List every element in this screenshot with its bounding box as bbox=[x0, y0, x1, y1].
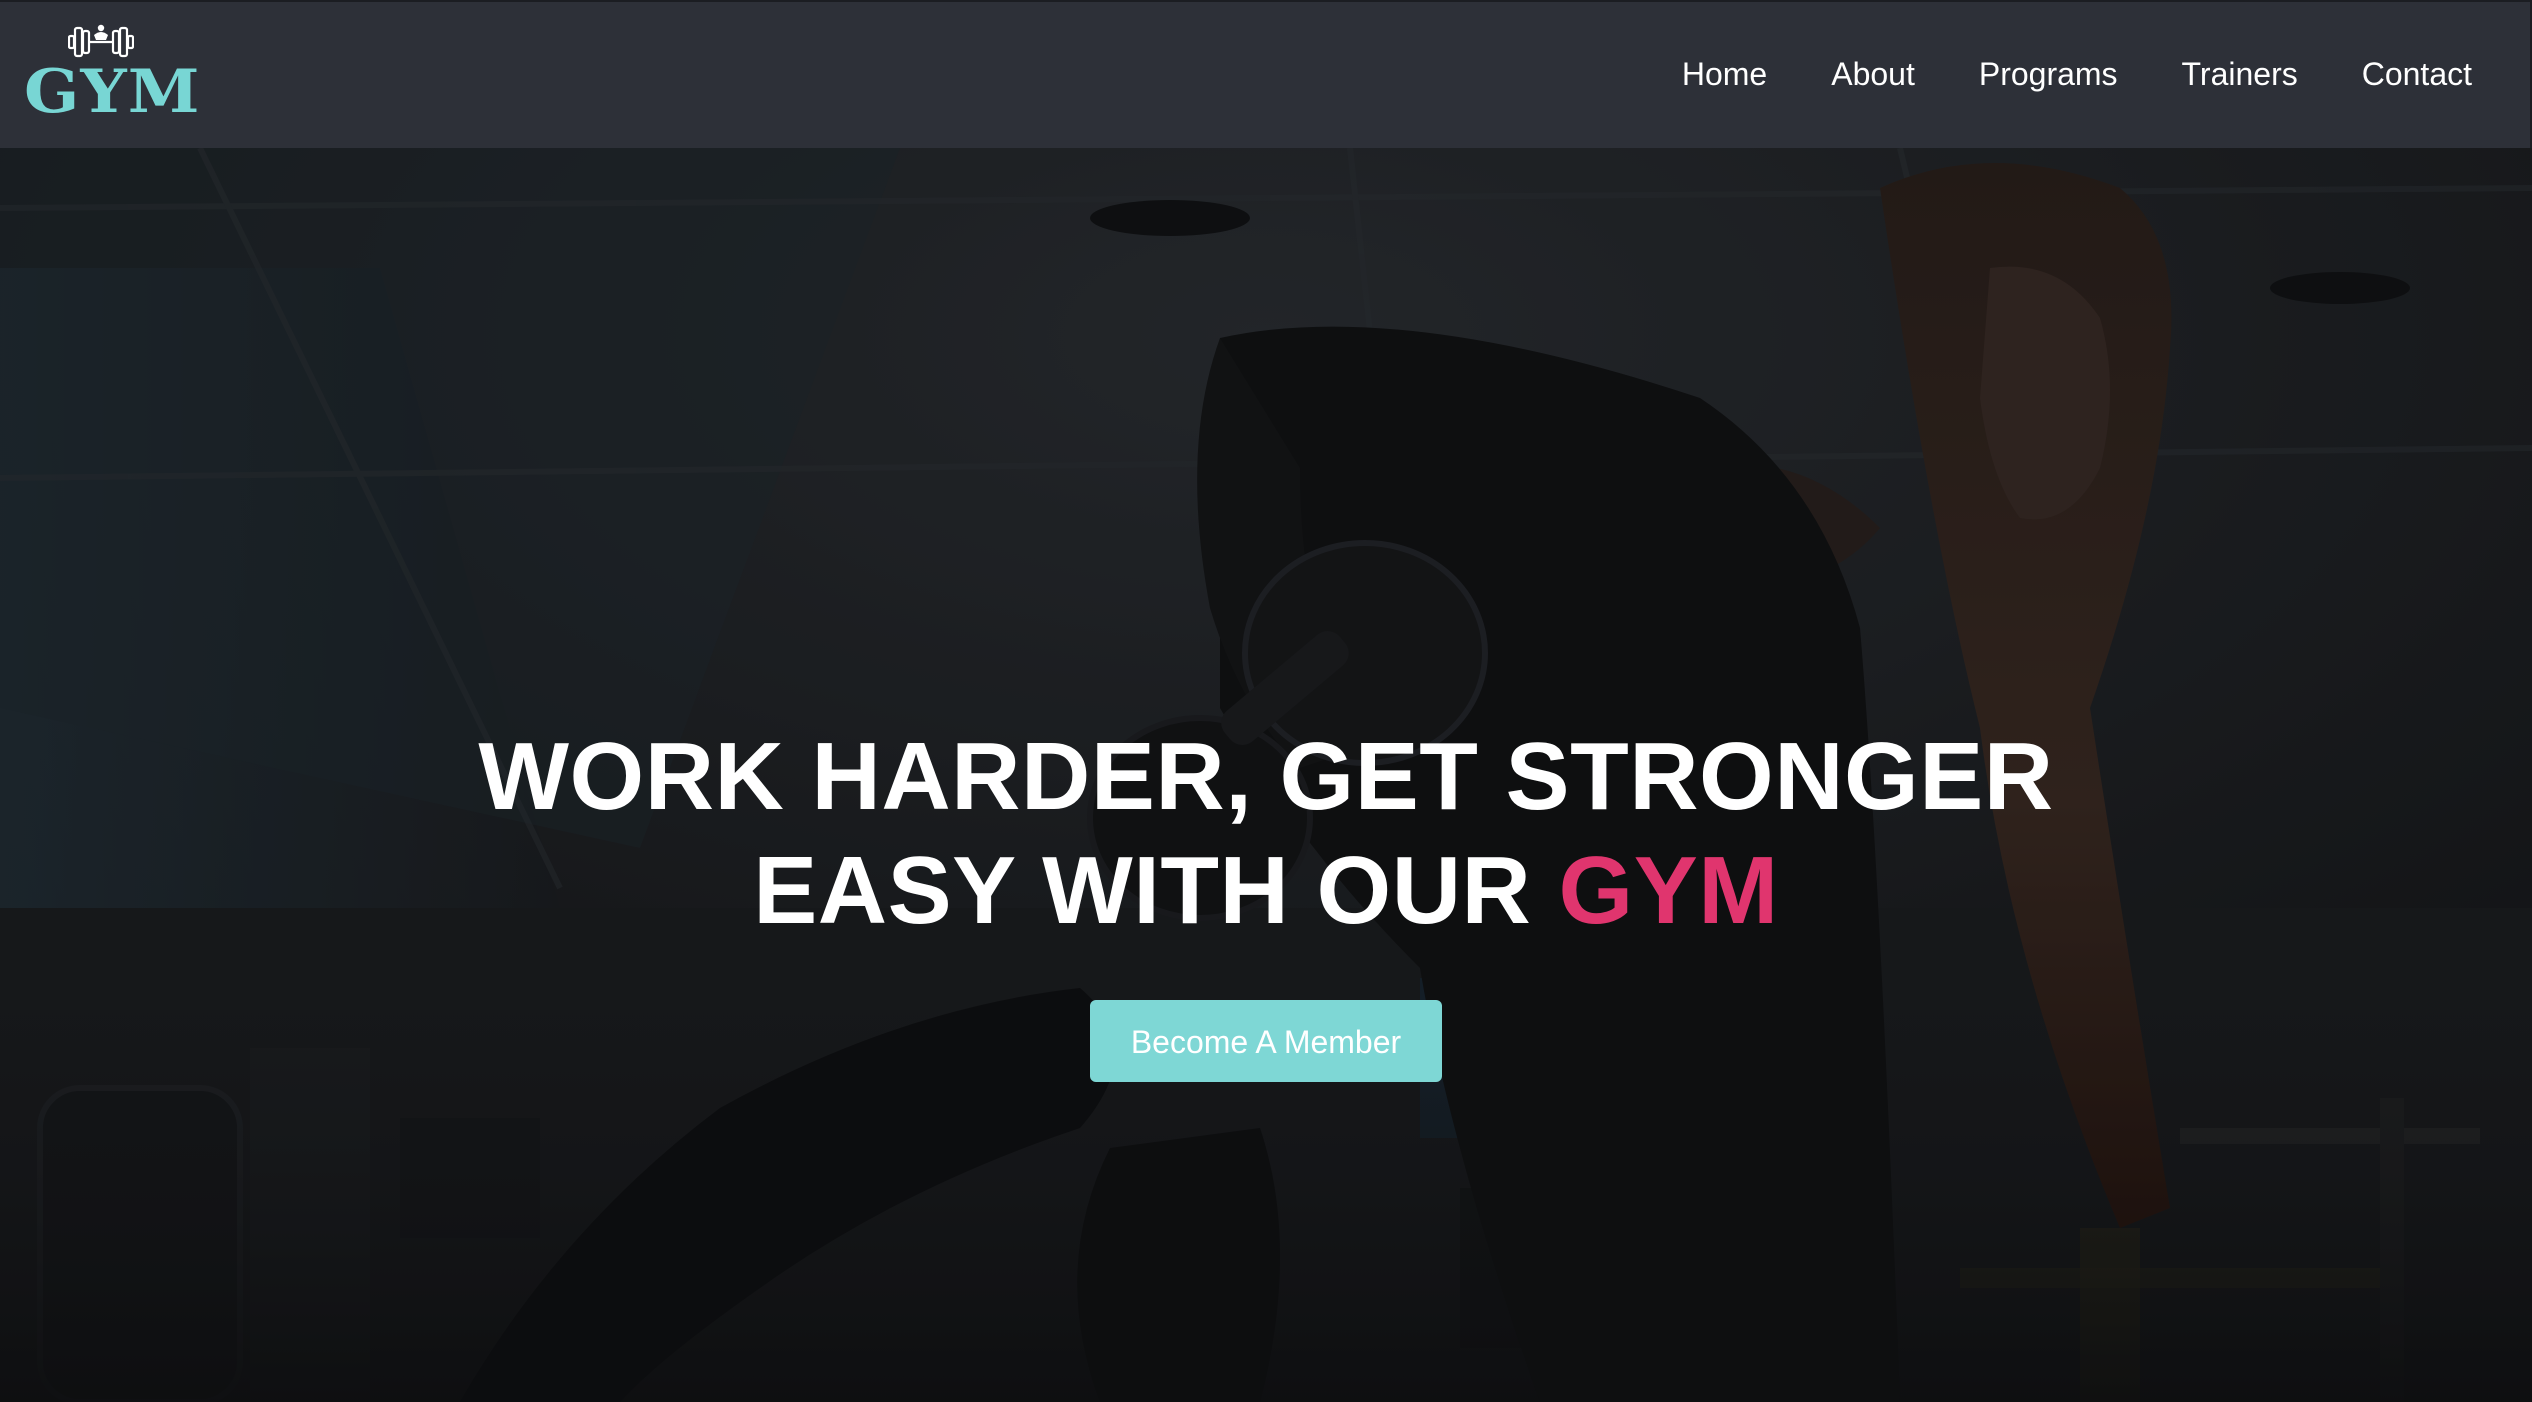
brand-wordmark: GYM bbox=[24, 57, 201, 127]
nav-item-contact[interactable]: Contact bbox=[2362, 52, 2472, 96]
nav-item-trainers[interactable]: Trainers bbox=[2182, 52, 2298, 96]
become-member-button[interactable]: Become A Member bbox=[1090, 1000, 1442, 1082]
page: GYM Home About Programs Trainers Contact bbox=[0, 0, 2532, 1402]
nav-item-home[interactable]: Home bbox=[1682, 52, 1767, 96]
headline-accent: GYM bbox=[1558, 837, 1779, 944]
dumbbell-icon bbox=[68, 24, 134, 58]
main-nav: Home About Programs Trainers Contact bbox=[1618, 52, 2472, 96]
hero-headline: WORK HARDER, GET STRONGER EASY WITH OUR … bbox=[0, 720, 2532, 948]
hero-section: WORK HARDER, GET STRONGER EASY WITH OUR … bbox=[0, 148, 2532, 1402]
hero-content: WORK HARDER, GET STRONGER EASY WITH OUR … bbox=[0, 720, 2532, 1082]
nav-item-programs[interactable]: Programs bbox=[1979, 52, 2118, 96]
navbar: GYM Home About Programs Trainers Contact bbox=[0, 0, 2532, 148]
brand-logo[interactable]: GYM bbox=[24, 20, 200, 124]
headline-line-1: WORK HARDER, GET STRONGER bbox=[478, 723, 2054, 830]
nav-item-about[interactable]: About bbox=[1831, 52, 1915, 96]
headline-line-2: EASY WITH OUR bbox=[753, 837, 1559, 944]
